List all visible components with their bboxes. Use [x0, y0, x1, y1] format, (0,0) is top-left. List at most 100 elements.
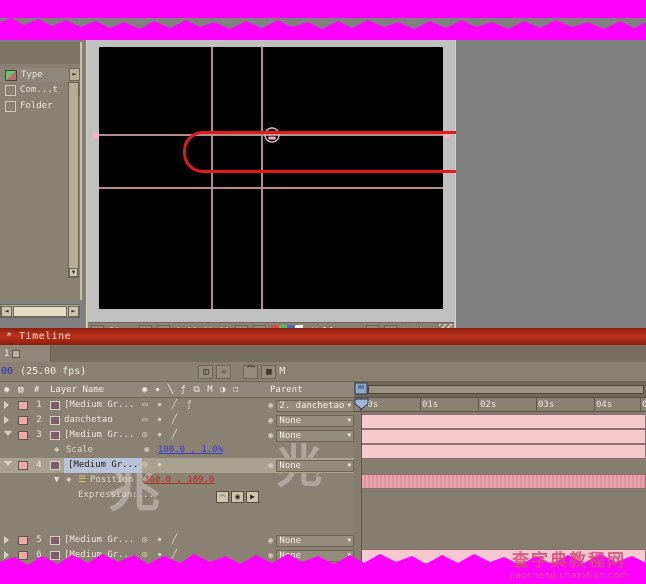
expand-triangle-icon[interactable] — [4, 536, 9, 544]
pickwhip-icon[interactable]: ◉ — [268, 536, 273, 546]
scroll-left-arrow-icon[interactable]: ◄ — [1, 305, 12, 317]
layer-name[interactable]: [Medium Gr... — [64, 548, 134, 563]
layer-switches[interactable]: ▭ ✷ ╱ ƒ — [142, 398, 260, 413]
layer-switches[interactable]: ◎ ✷ — [142, 458, 260, 473]
label-color-swatch[interactable] — [18, 431, 28, 440]
parent-value: None — [279, 460, 302, 471]
pickwhip-icon[interactable]: ◉ — [268, 461, 273, 471]
tab-comp-1[interactable]: 1 — [0, 345, 51, 362]
expression-toggle-icon[interactable]: ◉ — [144, 443, 149, 458]
graph-editor-m-icon[interactable]: M — [279, 366, 285, 377]
layer-bar-1[interactable] — [361, 414, 646, 429]
timeline-title-bar[interactable]: * Timeline — [0, 328, 646, 345]
current-time-indicator[interactable] — [361, 382, 362, 578]
layer-name[interactable]: [Medium Gr... — [64, 458, 143, 473]
layer-switches[interactable]: ▭ ✷ ╱ — [142, 413, 260, 428]
stopwatch-icon[interactable]: ◈ — [54, 443, 59, 458]
tab-close-icon[interactable] — [12, 349, 21, 358]
time-ruler[interactable]: 00s 01s 02s 03s 04s 0 — [354, 398, 646, 412]
scroll-down-arrow-icon[interactable]: ▼ — [69, 268, 78, 277]
frame-blending-icon[interactable]: ⏜ — [243, 364, 259, 379]
property-value-position[interactable]: 360.0 , 189.6 — [144, 473, 214, 488]
layer-number: 3 — [36, 430, 42, 440]
table-row[interactable]: 6 [Medium Gr... ◎ ✷ ╱ ◉ None ▼ — [0, 548, 354, 563]
graph-icon[interactable]: ◠ — [216, 491, 229, 503]
parent-dropdown[interactable]: None ▼ — [276, 459, 354, 472]
layer-bar-3[interactable] — [361, 444, 646, 459]
checkbox-icon[interactable] — [5, 100, 16, 112]
layer-name[interactable]: [Medium Gr... — [64, 533, 134, 548]
property-row-expression[interactable]: Expression:... ◠ ◉ ▶ — [0, 488, 354, 503]
column-number-label: # — [34, 385, 40, 395]
layer-source-icon — [50, 461, 60, 470]
pickwhip-icon[interactable]: ◉ — [268, 416, 273, 426]
property-value-scale[interactable]: 100.0 , 1.0% — [158, 443, 223, 458]
property-row-scale[interactable]: ◈ Scale ◉ 100.0 , 1.0% — [0, 443, 354, 458]
pickwhip-icon[interactable]: ◉ — [268, 431, 273, 441]
label-color-swatch[interactable] — [18, 461, 28, 470]
expand-triangle-icon[interactable] — [4, 551, 9, 559]
pickwhip-icon[interactable]: ◉ — [231, 491, 244, 503]
play-icon[interactable]: ▶ — [246, 491, 259, 503]
property-row-position[interactable]: ▼ ◈ ☰ Position 360.0 , 189.6 — [0, 473, 354, 488]
cti-handle-top-icon[interactable] — [354, 382, 369, 398]
pickwhip-icon[interactable]: ◉ — [268, 401, 273, 411]
layer-name[interactable]: [Medium Gr... — [64, 428, 134, 443]
layer-handle-right[interactable] — [443, 132, 449, 138]
watermark-url: jiaocheng.chazidian.com — [509, 571, 629, 581]
collapse-triangle-icon[interactable] — [4, 431, 12, 436]
anchor-point-icon[interactable] — [262, 125, 282, 145]
table-row[interactable]: 5 [Medium Gr... ◎ ✷ ╱ ◉ None ▼ — [0, 533, 354, 548]
layer-bar-2[interactable] — [361, 429, 646, 444]
timeline-current-timecode[interactable]: 00 — [0, 366, 13, 377]
layer-switches[interactable]: ◎ ✷ ╱ — [142, 533, 260, 548]
table-row[interactable]: 4 [Medium Gr... ◎ ✷ ◉ None ▼ — [0, 458, 354, 473]
stopwatch-icon[interactable]: ◈ — [66, 473, 71, 488]
project-vertical-scrollbar[interactable]: ▼ — [68, 82, 79, 278]
parent-dropdown[interactable]: None ▼ — [276, 429, 354, 442]
parent-dropdown[interactable]: None ▼ — [276, 534, 354, 547]
pickwhip-icon[interactable]: ◉ — [268, 551, 273, 561]
layer-handle-left[interactable] — [93, 132, 99, 138]
shy-icon[interactable]: ♾ — [216, 364, 232, 379]
time-navigator-range[interactable] — [368, 385, 644, 394]
toggle-switches-modes-icon[interactable]: ◫ — [198, 364, 214, 379]
time-navigator-bar[interactable] — [354, 382, 646, 398]
project-list-item-comp[interactable]: Com...t — [0, 82, 68, 98]
scrollbar-thumb[interactable] — [13, 305, 67, 317]
project-horizontal-scrollbar[interactable]: ◄ ► — [0, 304, 80, 318]
project-column-header[interactable]: Type — [0, 68, 70, 82]
ruler-tick-line — [478, 398, 479, 412]
label-color-swatch[interactable] — [18, 401, 28, 410]
label-color-swatch[interactable] — [18, 551, 28, 560]
label-color-swatch[interactable] — [18, 416, 28, 425]
project-list-item-folder[interactable]: Folder — [0, 98, 68, 114]
collapse-triangle-icon[interactable] — [4, 461, 12, 466]
parent-dropdown[interactable]: 2. danchetao ▼ — [276, 399, 354, 412]
parent-dropdown[interactable]: None ▼ — [276, 414, 354, 427]
layer-switches[interactable]: ◎ ✷ ╱ — [142, 428, 260, 443]
motion-blur-icon[interactable]: ▦ — [261, 364, 277, 379]
table-row[interactable]: 3 [Medium Gr... ◎ ✷ ╱ ◉ None ▼ — [0, 428, 354, 443]
table-row[interactable]: 1 [Medium Gr... ▭ ✷ ╱ ƒ ◉ 2. danchetao ▼ — [0, 398, 354, 413]
project-panel-topbar — [0, 42, 80, 64]
layer-switches[interactable]: ◎ ✷ ╱ — [142, 548, 260, 563]
project-side-button-play[interactable]: ► — [69, 68, 80, 81]
expand-triangle-icon[interactable] — [4, 416, 9, 424]
layer-number: 1 — [36, 400, 42, 410]
expression-enabled-icon[interactable]: ☰ — [78, 473, 86, 488]
label-color-swatch[interactable] — [18, 536, 28, 545]
table-row[interactable]: 2 danchetao ▭ ✷ ╱ ◉ None ▼ — [0, 413, 354, 428]
composition-canvas[interactable] — [93, 47, 449, 309]
layer-source-icon — [50, 431, 60, 440]
parent-dropdown[interactable]: None ▼ — [276, 549, 354, 562]
expand-triangle-icon[interactable] — [4, 401, 9, 409]
layer-name[interactable]: [Medium Gr... — [64, 398, 134, 413]
cti-handle-icon[interactable] — [354, 398, 369, 410]
checkbox-icon[interactable] — [5, 84, 16, 96]
site-watermark: 查字典教程网 jiaocheng.chazidian.com — [494, 546, 644, 584]
scroll-right-arrow-icon[interactable]: ► — [68, 305, 79, 317]
layer-name[interactable]: danchetao — [64, 413, 113, 428]
collapse-triangle-icon[interactable]: ▼ — [54, 473, 59, 488]
layer-bar-4[interactable] — [361, 474, 646, 489]
